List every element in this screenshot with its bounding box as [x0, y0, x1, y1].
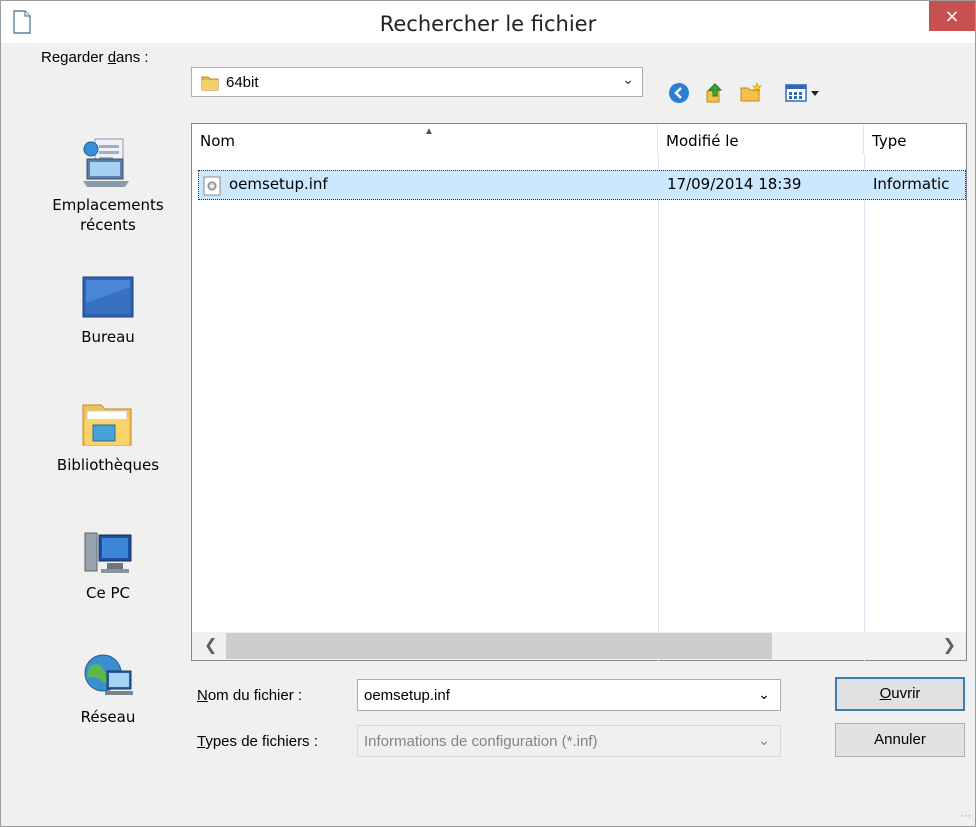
view-grid-icon	[785, 84, 819, 102]
filetype-label: Types de fichiers :	[197, 733, 318, 750]
title-bar: Rechercher le fichier ×	[1, 1, 975, 43]
file-list[interactable]: Nom ▲ Modifié le Type oemsetup.inf 17/09…	[191, 123, 967, 664]
place-label: Réseau	[80, 708, 136, 726]
open-button[interactable]: Ouvrir	[835, 677, 965, 711]
place-label: Emplacements	[52, 196, 164, 214]
place-libraries[interactable]: Bibliothèques	[33, 397, 183, 475]
chevron-down-icon[interactable]: ⌄	[622, 72, 634, 88]
inf-file-icon	[203, 176, 221, 196]
chevron-down-icon: ⌄	[758, 732, 770, 748]
file-modified: 17/09/2014 18:39	[667, 175, 802, 193]
column-header-modified[interactable]: Modifié le	[658, 124, 864, 154]
view-menu-button[interactable]	[785, 83, 825, 107]
resize-grip-icon[interactable]: ⋯	[961, 811, 971, 822]
close-icon: ×	[944, 5, 960, 27]
sort-ascending-icon: ▲	[424, 126, 434, 137]
place-recent[interactable]: Emplacements récents	[33, 137, 183, 235]
scroll-right-icon[interactable]: ❯	[943, 635, 956, 655]
filename-label: Nom du fichier :	[197, 687, 303, 704]
file-type: Informatic	[873, 175, 950, 193]
filename-combobox[interactable]: oemsetup.inf ⌄	[357, 679, 781, 711]
chevron-down-icon[interactable]: ⌄	[758, 686, 770, 703]
column-header-type[interactable]: Type	[864, 124, 968, 154]
folder-icon	[201, 76, 219, 91]
up-folder-button[interactable]	[703, 81, 729, 105]
filetype-value: Informations de configuration (*.inf)	[364, 733, 598, 750]
column-divider	[864, 154, 865, 664]
filename-value: oemsetup.inf	[364, 687, 450, 704]
place-label: Bureau	[81, 328, 135, 346]
place-this-pc[interactable]: Ce PC	[33, 529, 183, 603]
column-divider	[658, 154, 659, 664]
close-button[interactable]: ×	[929, 1, 975, 31]
list-header: Nom ▲ Modifié le Type	[192, 124, 966, 154]
window-title: Rechercher le fichier	[379, 12, 597, 36]
place-label: Bibliothèques	[56, 456, 160, 474]
scroll-left-icon[interactable]: ❮	[204, 635, 217, 655]
place-desktop[interactable]: Bureau	[33, 273, 183, 347]
back-arrow-icon	[669, 83, 689, 103]
back-button[interactable]	[667, 81, 693, 105]
place-label: récents	[80, 216, 136, 234]
place-network[interactable]: Réseau	[33, 653, 183, 727]
lookin-combobox[interactable]: 64bit ⌄	[191, 67, 643, 97]
desktop-icon	[82, 276, 134, 318]
libraries-icon	[82, 404, 132, 446]
recent-places-icon	[83, 138, 129, 187]
list-item[interactable]: oemsetup.inf 17/09/2014 18:39 Informatic	[198, 170, 966, 200]
open-file-dialog: Rechercher le fichier × Regarder dans : …	[0, 0, 976, 827]
file-name: oemsetup.inf	[229, 175, 328, 193]
new-folder-icon	[740, 82, 762, 102]
place-label: Ce PC	[86, 584, 130, 602]
network-icon	[84, 654, 133, 695]
new-folder-button[interactable]	[739, 81, 765, 105]
horizontal-scrollbar[interactable]: ❮ ❯	[192, 632, 966, 660]
computer-icon	[84, 532, 132, 573]
places-bar: Emplacements récents Bureau Bibliothèque…	[33, 125, 181, 769]
lookin-label: Regarder dans :	[41, 49, 149, 66]
lookin-value: 64bit	[226, 74, 259, 91]
filetype-combobox: Informations de configuration (*.inf) ⌄	[357, 725, 781, 757]
cancel-button[interactable]: Annuler	[835, 723, 965, 757]
scrollbar-thumb[interactable]	[226, 633, 772, 659]
up-folder-icon	[706, 83, 723, 103]
